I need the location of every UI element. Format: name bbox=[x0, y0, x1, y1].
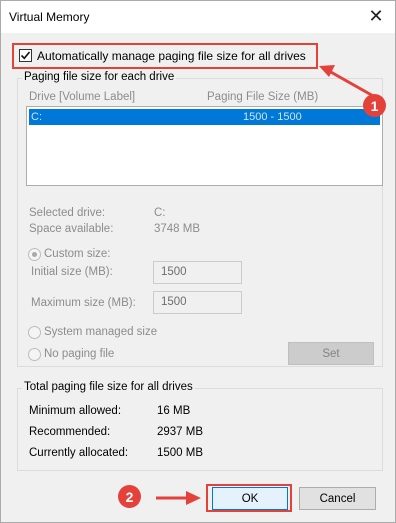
virtual-memory-dialog: Virtual Memory ✕ Automatically manage pa… bbox=[0, 0, 396, 523]
window-title: Virtual Memory bbox=[9, 10, 90, 24]
space-available-value: 3748 MB bbox=[154, 223, 201, 235]
set-button[interactable]: Set bbox=[288, 342, 374, 365]
maximum-size-label: Maximum size (MB): bbox=[31, 297, 136, 309]
selected-drive-label: Selected drive: bbox=[29, 207, 106, 219]
currently-allocated-label: Currently allocated: bbox=[29, 447, 129, 459]
recommended-label: Recommended: bbox=[29, 426, 111, 438]
title-bar: Virtual Memory ✕ bbox=[1, 1, 395, 33]
system-managed-label[interactable]: System managed size bbox=[44, 326, 157, 338]
initial-size-input[interactable]: 1500 bbox=[153, 261, 242, 284]
custom-size-radio[interactable] bbox=[28, 248, 41, 261]
minimum-allowed-value: 16 MB bbox=[157, 405, 191, 417]
close-icon[interactable]: ✕ bbox=[365, 5, 387, 27]
recommended-value: 2937 MB bbox=[157, 426, 204, 438]
per-drive-legend: Paging file size for each drive bbox=[22, 71, 177, 83]
selected-drive-value: C: bbox=[154, 207, 166, 219]
cancel-button[interactable]: Cancel bbox=[299, 487, 376, 510]
no-paging-label[interactable]: No paging file bbox=[44, 348, 114, 360]
totals-legend: Total paging file size for all drives bbox=[22, 381, 195, 393]
maximum-size-input[interactable]: 1500 bbox=[153, 291, 242, 314]
highlight-box-ok bbox=[206, 484, 292, 512]
drive-list[interactable]: C: 1500 - 1500 bbox=[26, 106, 383, 186]
no-paging-radio[interactable] bbox=[28, 348, 41, 361]
custom-size-label[interactable]: Custom size: bbox=[44, 248, 110, 260]
space-available-label: Space available: bbox=[29, 223, 114, 235]
currently-allocated-value: 1500 MB bbox=[157, 447, 204, 459]
arrow-icon-step2 bbox=[156, 491, 201, 505]
minimum-allowed-label: Minimum allowed: bbox=[29, 405, 122, 417]
list-item[interactable]: C: 1500 - 1500 bbox=[29, 109, 380, 125]
radio-dot-icon bbox=[32, 252, 37, 257]
step-badge-1: 1 bbox=[363, 94, 386, 117]
initial-size-label: Initial size (MB): bbox=[31, 266, 113, 278]
step-badge-2: 2 bbox=[118, 485, 141, 508]
column-header-drive: Drive [Volume Label] bbox=[29, 91, 136, 103]
highlight-box-auto-manage bbox=[12, 43, 318, 69]
column-header-size: Paging File Size (MB) bbox=[207, 91, 319, 103]
system-managed-radio[interactable] bbox=[28, 326, 41, 339]
drive-cell: C: bbox=[31, 111, 42, 123]
size-cell: 1500 - 1500 bbox=[243, 111, 302, 123]
